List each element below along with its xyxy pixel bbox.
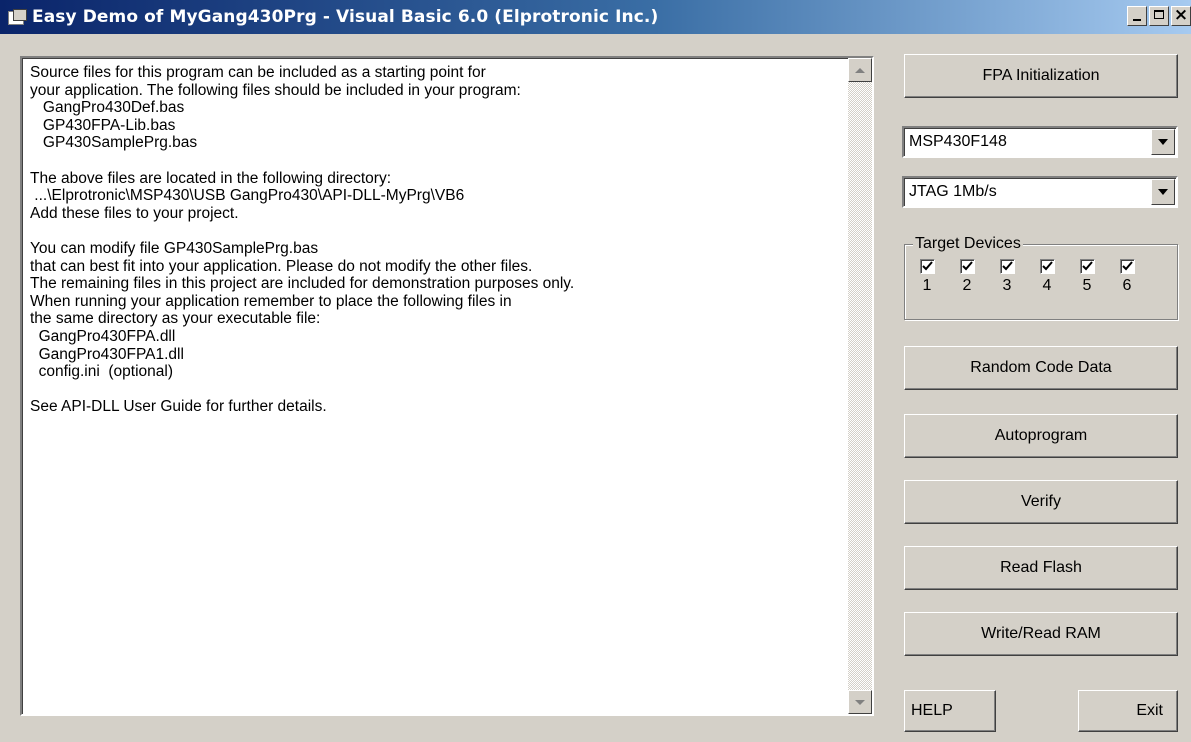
title-buttons: × <box>1127 5 1191 26</box>
verify-button[interactable]: Verify <box>904 480 1178 524</box>
info-textbox[interactable]: Source files for this program can be inc… <box>20 56 874 716</box>
target-device-checkbox[interactable] <box>999 259 1015 274</box>
scroll-down-button[interactable] <box>848 690 872 714</box>
device-select-dropdown-button[interactable] <box>1151 129 1175 155</box>
target-device-checkboxes: 1 2 3 4 5 6 <box>919 259 1135 295</box>
target-device-4[interactable]: 4 <box>1039 259 1055 295</box>
interface-select-value: JTAG 1Mb/s <box>909 183 997 200</box>
help-button[interactable]: HELP <box>904 690 996 732</box>
close-button[interactable]: × <box>1171 5 1191 26</box>
target-device-1[interactable]: 1 <box>919 259 935 295</box>
target-device-checkbox[interactable] <box>1119 259 1135 274</box>
target-device-2[interactable]: 2 <box>959 259 975 295</box>
info-text: Source files for this program can be inc… <box>30 64 575 416</box>
random-code-data-button[interactable]: Random Code Data <box>904 346 1178 390</box>
close-icon: × <box>1173 5 1189 25</box>
read-flash-button[interactable]: Read Flash <box>904 546 1178 590</box>
device-select-value: MSP430F148 <box>909 133 1007 150</box>
device-select[interactable]: MSP430F148 <box>902 126 1178 158</box>
target-device-number: 6 <box>1122 277 1132 294</box>
autoprogram-button[interactable]: Autoprogram <box>904 414 1178 458</box>
write-read-ram-button[interactable]: Write/Read RAM <box>904 612 1178 656</box>
window-title: Easy Demo of MyGang430Prg - Visual Basic… <box>32 7 659 27</box>
interface-select[interactable]: JTAG 1Mb/s <box>902 176 1178 208</box>
target-device-number: 5 <box>1082 277 1092 294</box>
target-device-checkbox[interactable] <box>919 259 935 274</box>
target-devices-label: Target Devices <box>913 235 1023 253</box>
minimize-icon <box>1133 19 1141 21</box>
app-window-icon[interactable] <box>8 9 27 25</box>
minimize-button[interactable] <box>1127 6 1147 26</box>
target-device-checkbox[interactable] <box>1039 259 1055 274</box>
vertical-scrollbar[interactable] <box>848 58 872 714</box>
chevron-down-icon <box>1158 189 1168 195</box>
scroll-down-icon <box>855 699 865 705</box>
interface-select-dropdown-button[interactable] <box>1151 179 1175 205</box>
target-device-6[interactable]: 6 <box>1119 259 1135 295</box>
scroll-up-button[interactable] <box>848 58 872 82</box>
target-device-number: 4 <box>1042 277 1052 294</box>
main-window: Easy Demo of MyGang430Prg - Visual Basic… <box>0 0 1191 742</box>
maximize-button[interactable] <box>1149 6 1169 26</box>
target-device-number: 1 <box>922 277 932 294</box>
target-devices-group: Target Devices 1 2 3 4 5 6 <box>904 235 1178 320</box>
target-device-number: 2 <box>962 277 972 294</box>
target-device-checkbox[interactable] <box>1079 259 1095 274</box>
chevron-down-icon <box>1158 139 1168 145</box>
scroll-up-icon <box>855 67 865 73</box>
target-device-3[interactable]: 3 <box>999 259 1015 295</box>
fpa-initialization-button[interactable]: FPA Initialization <box>904 54 1178 98</box>
title-bar[interactable]: Easy Demo of MyGang430Prg - Visual Basic… <box>0 0 1191 34</box>
target-device-checkbox[interactable] <box>959 259 975 274</box>
target-device-number: 3 <box>1002 277 1012 294</box>
exit-button[interactable]: Exit <box>1078 690 1178 732</box>
target-device-5[interactable]: 5 <box>1079 259 1095 295</box>
maximize-icon <box>1154 10 1164 19</box>
